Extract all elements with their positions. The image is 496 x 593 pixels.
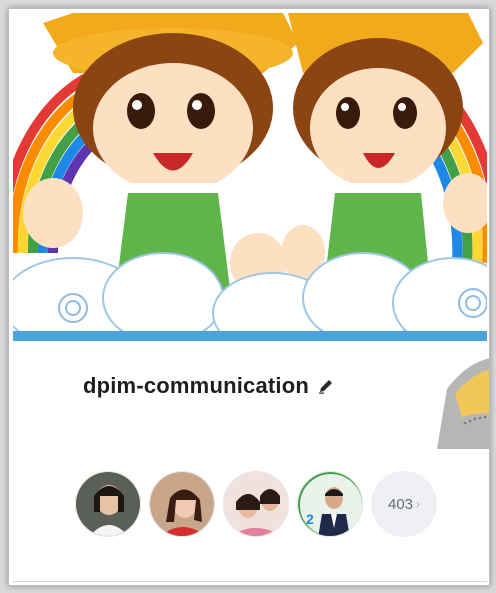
- svg-text:2: 2: [306, 511, 314, 527]
- avatar[interactable]: 2: [297, 471, 363, 537]
- group-title-row: dpim-communication: [9, 373, 409, 399]
- group-profile-card: dpim-communication 2 403 ›: [8, 8, 490, 586]
- phone-illustration: [437, 358, 489, 449]
- avatar[interactable]: [149, 471, 215, 537]
- member-avatars: 2 403 ›: [75, 471, 437, 537]
- member-count: 403: [387, 495, 414, 513]
- cover-image: [13, 13, 487, 341]
- divider: [13, 581, 487, 582]
- group-name: dpim-communication: [82, 373, 310, 398]
- member-count-button[interactable]: 403 ›: [371, 471, 437, 537]
- pencil-icon[interactable]: [317, 377, 335, 395]
- avatar[interactable]: [223, 471, 289, 537]
- avatar[interactable]: [75, 471, 141, 537]
- chevron-right-icon: ›: [416, 497, 421, 511]
